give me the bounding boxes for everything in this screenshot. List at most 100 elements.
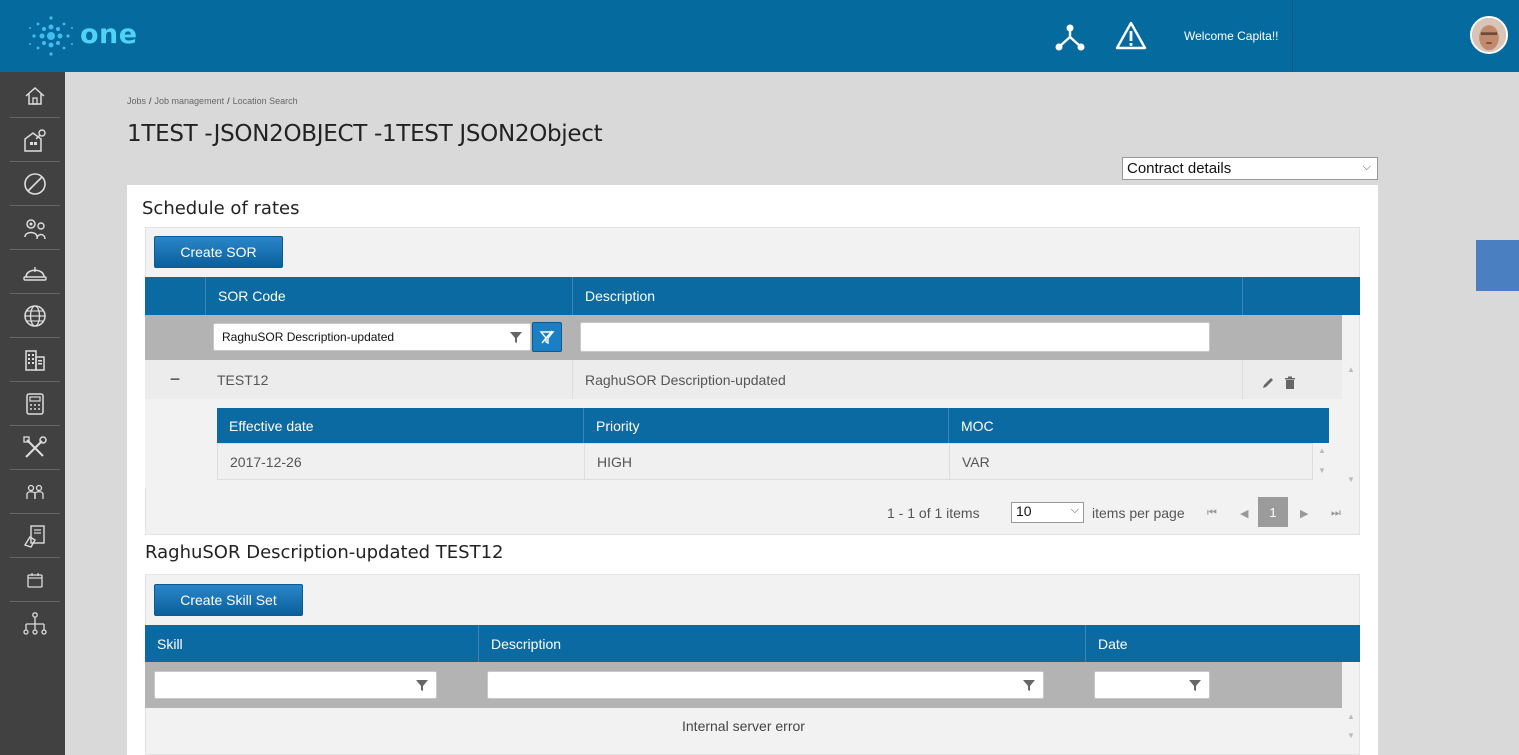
sor-code-filter-value: RaghuSOR Description-updated: [222, 330, 395, 344]
chevron-down-icon: ⌵: [1362, 161, 1371, 173]
cell-priority: HIGH: [584, 444, 949, 479]
filter-icon[interactable]: [509, 330, 523, 344]
contract-select[interactable]: Contract details ⌵: [1122, 157, 1378, 180]
table-row[interactable]: 2017-12-26 HIGH VAR: [217, 443, 1313, 480]
create-skill-set-button[interactable]: Create Skill Set: [154, 584, 303, 616]
warning-icon[interactable]: [1115, 20, 1147, 52]
home-icon: [25, 86, 45, 105]
clear-filter-icon: [539, 330, 555, 345]
skill-description-filter-input[interactable]: [487, 671, 1044, 699]
sidebar-item-buildings[interactable]: [10, 338, 60, 382]
column-skill[interactable]: Skill: [145, 625, 478, 662]
block-icon: [24, 172, 46, 195]
property-icon: [24, 128, 46, 152]
settings-people-icon: [24, 218, 46, 239]
column-moc[interactable]: MOC: [948, 408, 1329, 443]
prev-page-icon[interactable]: ◀: [1240, 507, 1248, 520]
breadcrumb-item[interactable]: Jobs: [127, 96, 146, 106]
scroll-down-icon[interactable]: ▼: [1347, 731, 1355, 740]
description-filter-input[interactable]: [580, 322, 1210, 352]
hard-hat-icon: [23, 266, 47, 281]
sidebar: [0, 72, 65, 755]
sidebar-item-people[interactable]: [10, 470, 60, 514]
items-per-page-label: items per page: [1092, 505, 1185, 521]
skill-filter-input[interactable]: [154, 671, 437, 699]
page-title: 1TEST -JSON2OBJECT -1TEST JSON2Object: [127, 121, 603, 147]
sidebar-item-calendar[interactable]: [10, 558, 60, 602]
sidebar-item-hierarchy[interactable]: [10, 602, 60, 646]
next-page-icon[interactable]: ▶: [1300, 507, 1308, 520]
divider: [1292, 0, 1293, 72]
page-number-button[interactable]: 1: [1258, 497, 1288, 527]
sor-code-filter-input[interactable]: RaghuSOR Description-updated: [213, 323, 531, 351]
filter-icon[interactable]: [1022, 678, 1036, 692]
cell-description: RaghuSOR Description-updated: [572, 360, 1242, 399]
column-effective-date[interactable]: Effective date: [217, 408, 583, 443]
avatar[interactable]: [1470, 16, 1508, 54]
filter-icon[interactable]: [1188, 678, 1202, 692]
section-title: Schedule of rates: [142, 198, 300, 219]
people-icon: [26, 484, 44, 499]
column-description[interactable]: Description: [572, 277, 1242, 315]
page-size-value: 10: [1016, 503, 1032, 519]
contract-select-value: Contract details: [1127, 160, 1232, 177]
actions-column: [1242, 277, 1342, 315]
filter-icon[interactable]: [415, 678, 429, 692]
side-tab[interactable]: [1476, 240, 1519, 291]
scroll-up-icon[interactable]: ▲: [1347, 365, 1355, 374]
scroll-up-icon[interactable]: ▲: [1347, 712, 1355, 721]
expand-column: [145, 277, 205, 315]
sor-grid-header: SOR Code Description: [145, 277, 1360, 315]
scroll-up-icon[interactable]: ▲: [1318, 446, 1326, 455]
clear-filter-button[interactable]: [532, 322, 562, 352]
column-sor-code[interactable]: SOR Code: [205, 277, 572, 315]
welcome-text: Welcome Capita!!: [1184, 29, 1279, 43]
scroll-down-icon[interactable]: ▼: [1347, 475, 1355, 484]
sidebar-item-home[interactable]: [10, 74, 60, 118]
first-page-icon[interactable]: ⏮: [1207, 507, 1217, 520]
skill-section-title: RaghuSOR Description-updated TEST12: [145, 542, 504, 563]
edit-icon[interactable]: [1261, 376, 1275, 390]
error-message: Internal server error: [682, 718, 805, 734]
tools-icon: [23, 435, 47, 458]
delete-icon[interactable]: [1283, 376, 1297, 390]
detail-grid-header: Effective date Priority MOC: [217, 408, 1329, 443]
sidebar-item-blocked[interactable]: [10, 162, 60, 206]
cell-moc: VAR: [949, 444, 1314, 479]
collapse-icon[interactable]: −: [145, 360, 205, 399]
calculator-icon: [26, 392, 44, 415]
cell-effective-date: 2017-12-26: [230, 453, 302, 470]
pager-summary: 1 - 1 of 1 items: [887, 505, 980, 521]
skill-grid-header: Skill Description Date: [145, 625, 1360, 662]
column-date[interactable]: Date: [1085, 625, 1342, 662]
breadcrumb: Jobs / Job management / Location Search: [127, 96, 298, 106]
create-sor-button[interactable]: Create SOR: [154, 236, 283, 268]
user-photo-icon: [1472, 18, 1506, 52]
logo-text: one: [80, 19, 138, 50]
breadcrumb-item[interactable]: Job management: [155, 96, 225, 106]
globe-icon: [24, 304, 46, 327]
page-size-select[interactable]: 10 ⌵: [1011, 502, 1084, 523]
network-icon[interactable]: [1054, 20, 1086, 52]
table-row[interactable]: − TEST12 RaghuSOR Description-updated: [145, 360, 1342, 399]
last-page-icon[interactable]: ⏭: [1331, 507, 1341, 520]
sidebar-item-property[interactable]: [10, 118, 60, 162]
cell-sor-code: TEST12: [217, 371, 269, 388]
column-skill-description[interactable]: Description: [478, 625, 1085, 662]
chevron-down-icon: ⌵: [1070, 504, 1079, 516]
breadcrumb-item[interactable]: Location Search: [233, 96, 298, 106]
top-bar: one Welcome Capita!!: [0, 0, 1519, 72]
column-priority[interactable]: Priority: [583, 408, 948, 443]
hierarchy-icon: [23, 612, 47, 635]
contract-icon: [23, 524, 45, 548]
sidebar-item-locations[interactable]: [10, 294, 60, 338]
sidebar-item-tools[interactable]: [10, 426, 60, 470]
scroll-down-icon[interactable]: ▼: [1318, 466, 1326, 475]
sidebar-item-contracts[interactable]: [10, 514, 60, 558]
sidebar-item-admin[interactable]: [10, 206, 60, 250]
calendar-icon: [27, 572, 43, 588]
sidebar-item-calculator[interactable]: [10, 382, 60, 426]
row-actions: [1242, 360, 1342, 399]
sidebar-item-operatives[interactable]: [10, 250, 60, 294]
buildings-icon: [25, 349, 45, 371]
